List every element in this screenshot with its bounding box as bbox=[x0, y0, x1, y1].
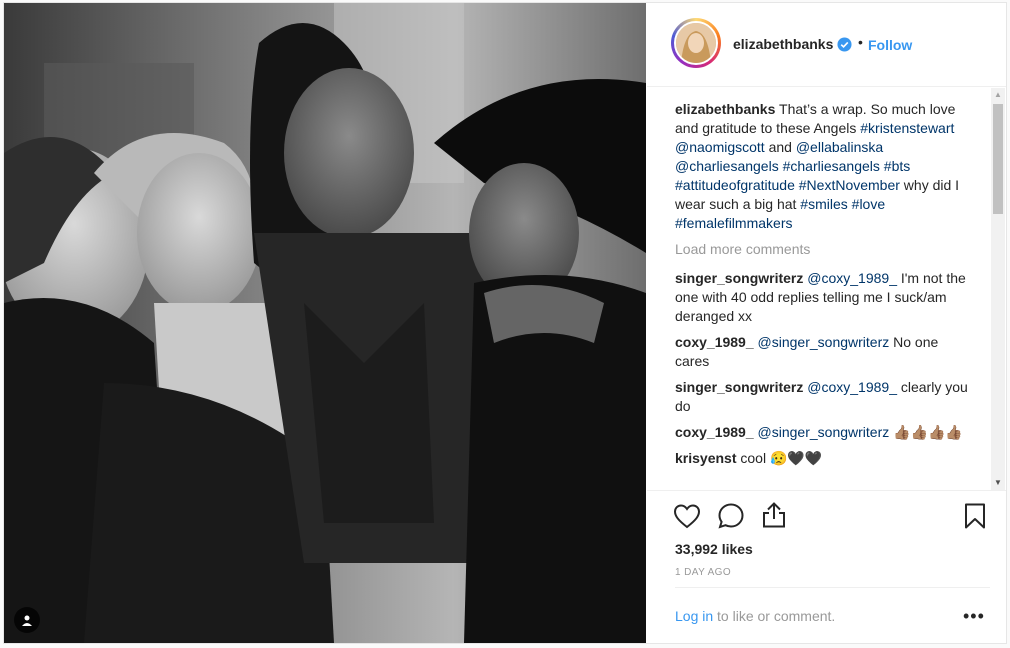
mention-link[interactable]: @charliesangels bbox=[675, 158, 779, 174]
comment-username[interactable]: singer_songwriterz bbox=[675, 270, 803, 286]
hashtag-link[interactable]: #bts bbox=[884, 158, 910, 174]
comment-mention[interactable]: @singer_songwriterz bbox=[758, 334, 890, 350]
likes-count[interactable]: 33,992 likes bbox=[675, 541, 753, 557]
more-options-icon[interactable]: ••• bbox=[963, 606, 985, 627]
comment-item: singer_songwriterz @coxy_1989_ I'm not t… bbox=[675, 269, 975, 326]
hashtag-link[interactable]: #femalefilmmakers bbox=[675, 215, 792, 231]
login-text: Log in to like or comment. bbox=[675, 608, 835, 624]
comment-text: cool 😥🖤🖤 bbox=[736, 450, 823, 466]
post-header: elizabethbanks • Follow bbox=[647, 3, 1006, 87]
comment-item: singer_songwriterz @coxy_1989_ clearly y… bbox=[675, 378, 975, 416]
comment-item: coxy_1989_ @singer_songwriterz 👍🏽👍🏽👍🏽👍🏽 bbox=[675, 423, 975, 442]
comments-scrollbar[interactable]: ▲ ▼ bbox=[991, 88, 1005, 490]
post-sidebar: elizabethbanks • Follow elizabethbanks T… bbox=[647, 3, 1006, 643]
comment-icon[interactable] bbox=[717, 502, 745, 530]
scroll-thumb[interactable] bbox=[993, 104, 1003, 214]
heart-icon[interactable] bbox=[673, 503, 701, 529]
login-suffix: to like or comment. bbox=[713, 608, 836, 624]
photo-illustration bbox=[4, 3, 646, 643]
post-actions: 33,992 likes 1 DAY AGO Log in to like or… bbox=[647, 490, 1006, 643]
comment-username[interactable]: singer_songwriterz bbox=[675, 379, 803, 395]
share-icon[interactable] bbox=[761, 501, 787, 529]
verified-badge-icon bbox=[837, 37, 852, 52]
mention-link[interactable]: @ellabalinska bbox=[796, 139, 883, 155]
comment-username[interactable]: coxy_1989_ bbox=[675, 334, 754, 350]
hashtag-link[interactable]: #smiles bbox=[800, 196, 847, 212]
comments-list[interactable]: elizabethbanks That’s a wrap. So much lo… bbox=[647, 88, 1006, 490]
comment-username[interactable]: coxy_1989_ bbox=[675, 424, 754, 440]
caption-text: and bbox=[764, 139, 796, 155]
hashtag-link[interactable]: #NextNovember bbox=[799, 177, 900, 193]
load-more-comments-button[interactable]: Load more comments bbox=[675, 240, 975, 259]
login-prompt: Log in to like or comment. ••• bbox=[647, 587, 1006, 644]
comment-mention[interactable]: @singer_songwriterz bbox=[758, 424, 890, 440]
comment-mention[interactable]: @coxy_1989_ bbox=[807, 379, 897, 395]
avatar-ring[interactable] bbox=[671, 18, 721, 68]
post-author-username[interactable]: elizabethbanks bbox=[733, 36, 833, 52]
comment-username[interactable]: krisyenst bbox=[675, 450, 736, 466]
avatar[interactable] bbox=[674, 21, 718, 65]
comment-item: coxy_1989_ @singer_songwriterz No one ca… bbox=[675, 333, 975, 371]
comment-mention[interactable]: @coxy_1989_ bbox=[807, 270, 897, 286]
mention-link[interactable]: @naomigscott bbox=[675, 139, 765, 155]
separator-dot: • bbox=[858, 34, 863, 50]
hashtag-link[interactable]: #charliesangels bbox=[783, 158, 880, 174]
follow-button[interactable]: Follow bbox=[868, 37, 912, 53]
scroll-down-arrow-icon[interactable]: ▼ bbox=[991, 476, 1005, 490]
comment-item: krisyenst cool 😥🖤🖤 bbox=[675, 449, 975, 468]
caption: elizabethbanks That’s a wrap. So much lo… bbox=[675, 100, 975, 233]
divider bbox=[675, 587, 990, 588]
user-tag-icon[interactable] bbox=[14, 607, 40, 633]
scroll-up-arrow-icon[interactable]: ▲ bbox=[991, 88, 1005, 102]
post-photo[interactable] bbox=[4, 3, 646, 643]
post-timestamp: 1 DAY AGO bbox=[675, 567, 732, 578]
login-link[interactable]: Log in bbox=[675, 608, 713, 624]
hashtag-link[interactable]: #kristenstewart bbox=[860, 120, 954, 136]
comment-text: 👍🏽👍🏽👍🏽👍🏽 bbox=[889, 424, 963, 440]
bookmark-icon[interactable] bbox=[963, 502, 987, 530]
caption-username[interactable]: elizabethbanks bbox=[675, 101, 775, 117]
hashtag-link[interactable]: #attitudeofgratitude bbox=[675, 177, 795, 193]
post-card: elizabethbanks • Follow elizabethbanks T… bbox=[3, 2, 1007, 644]
hashtag-link[interactable]: #love bbox=[852, 196, 885, 212]
